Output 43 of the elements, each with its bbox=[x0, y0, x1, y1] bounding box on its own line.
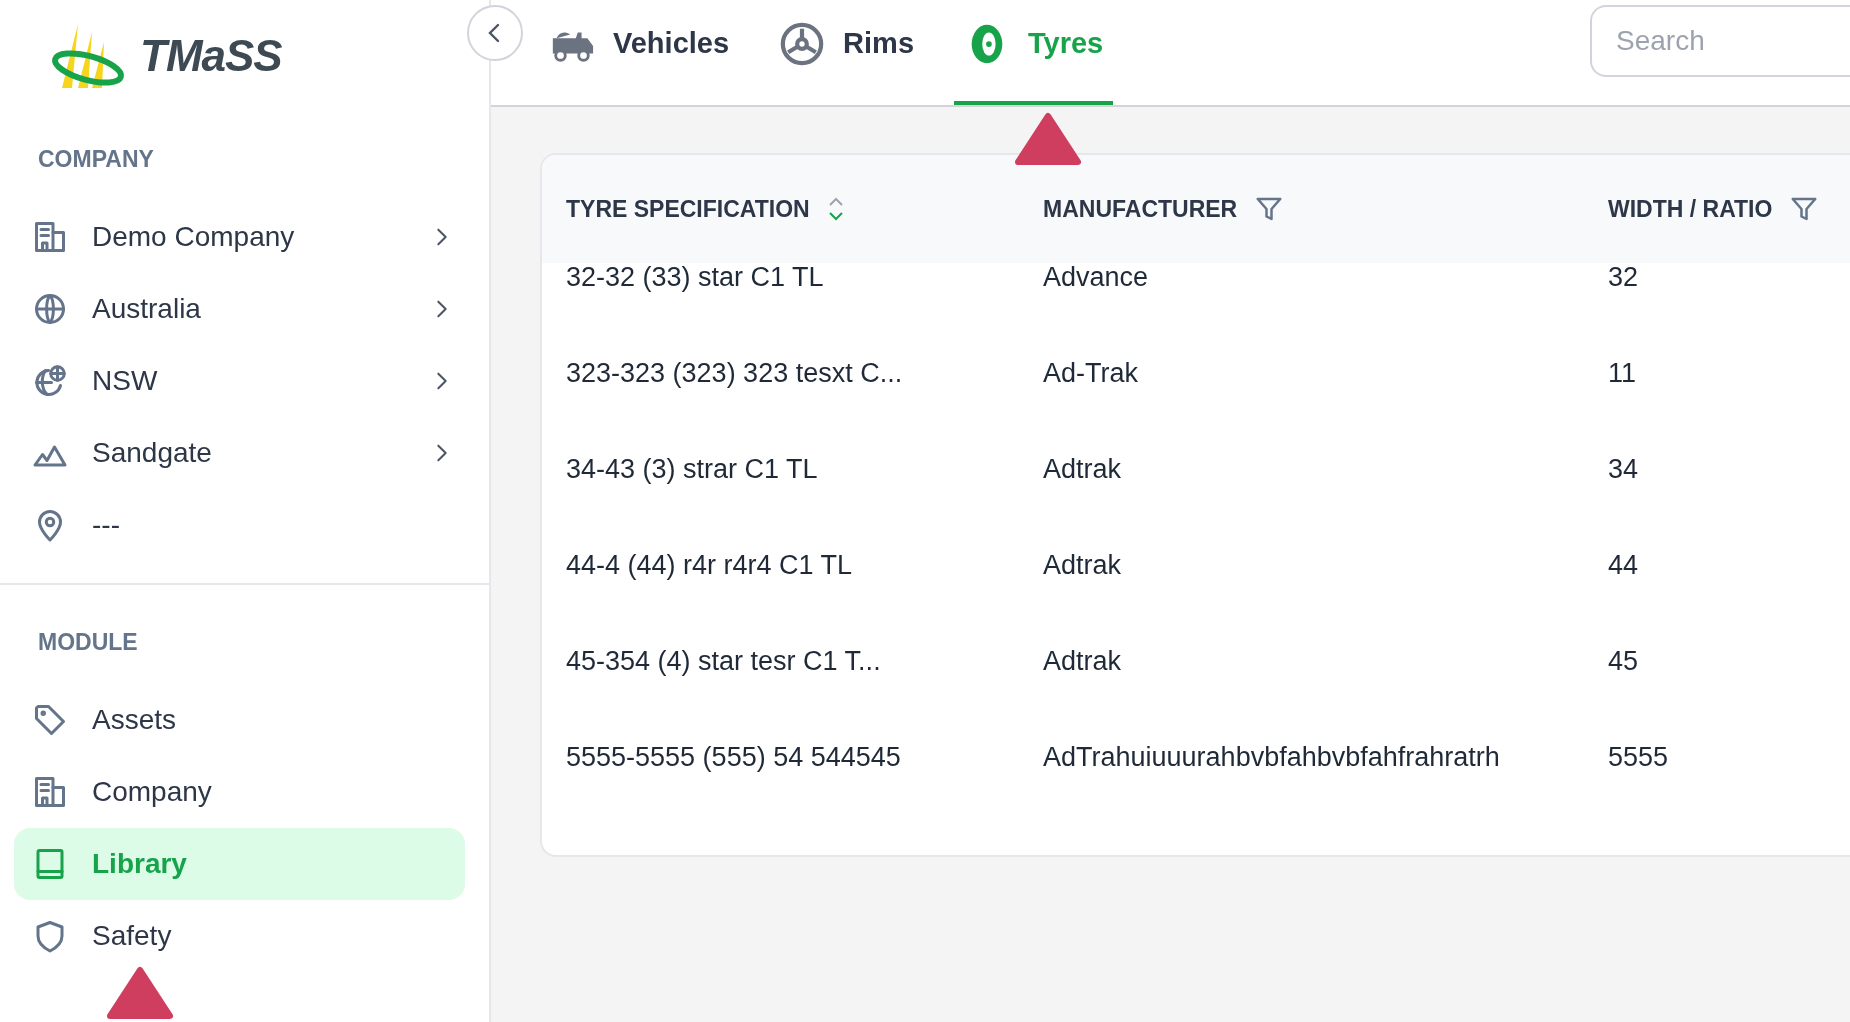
table-cell-text: 44 bbox=[1607, 548, 1640, 582]
table-cell-text: 44-4 (44) r4r r4r4 C1 TL bbox=[565, 548, 854, 582]
building-icon bbox=[32, 219, 68, 255]
table-cell-text: 5555-5555 (555) 54 544545 bbox=[565, 740, 902, 774]
globe-icon bbox=[32, 291, 68, 327]
table-cell-text: AdTrahuiuuurahbvbfahbvbfahfrahratrh bbox=[1042, 740, 1501, 774]
building-icon bbox=[32, 774, 68, 810]
table-cell-text: 5555 bbox=[1607, 740, 1670, 774]
table-cell-text: 45-354 (4) star tesr C1 T... bbox=[565, 644, 882, 678]
logo-text: TMaSS bbox=[140, 31, 282, 81]
sidebar-item[interactable]: Assets bbox=[14, 684, 465, 756]
table-cell-text: 32 bbox=[1607, 260, 1640, 294]
column-title: WIDTH / RATIO bbox=[1608, 195, 1773, 223]
table-cell-text: Adtrak bbox=[1042, 644, 1123, 678]
sidebar-item[interactable]: Sandgate bbox=[14, 417, 465, 489]
wheel-rim-icon bbox=[779, 20, 826, 67]
table-cell-text: 45 bbox=[1607, 644, 1640, 678]
sidebar-item[interactable]: NSW bbox=[14, 345, 465, 417]
globe-icon bbox=[32, 363, 68, 399]
table-cell-text: Adtrak bbox=[1042, 452, 1123, 486]
column-title: TYRE SPECIFICATION bbox=[566, 195, 810, 223]
sidebar-item[interactable]: Demo Company bbox=[14, 201, 465, 273]
section-title: COMPANY bbox=[37, 146, 155, 173]
table-cell-text: 323-323 (323) 323 tesxt C... bbox=[565, 356, 904, 390]
tab[interactable]: Rims bbox=[769, 0, 924, 105]
pointer-marker-icon bbox=[104, 966, 176, 1022]
sidebar-item[interactable]: Company bbox=[14, 756, 465, 828]
tab[interactable]: Vehicles bbox=[539, 0, 740, 105]
sidebar-item[interactable]: Safety bbox=[14, 900, 465, 972]
column-title: MANUFACTURER bbox=[1043, 195, 1238, 223]
table-cell-text: 34 bbox=[1607, 452, 1640, 486]
tag-icon bbox=[32, 702, 68, 738]
section-title: MODULE bbox=[37, 629, 139, 656]
sidebar-item[interactable]: Australia bbox=[14, 273, 465, 345]
table-cell-text: Adtrak bbox=[1042, 548, 1123, 582]
table-cell-text: Ad-Trak bbox=[1042, 356, 1139, 390]
table-cell-text: 11 bbox=[1607, 356, 1638, 390]
pointer-marker-icon bbox=[1012, 112, 1084, 168]
table-cell-text: 32-32 (33) star C1 TL bbox=[565, 260, 825, 294]
table-cell-text: Advance bbox=[1042, 260, 1150, 294]
search-field[interactable]: Search bbox=[1590, 5, 1850, 77]
table-cell-text: 34-43 (3) strar C1 TL bbox=[565, 452, 819, 486]
sidebar-item[interactable]: --- bbox=[14, 489, 465, 561]
